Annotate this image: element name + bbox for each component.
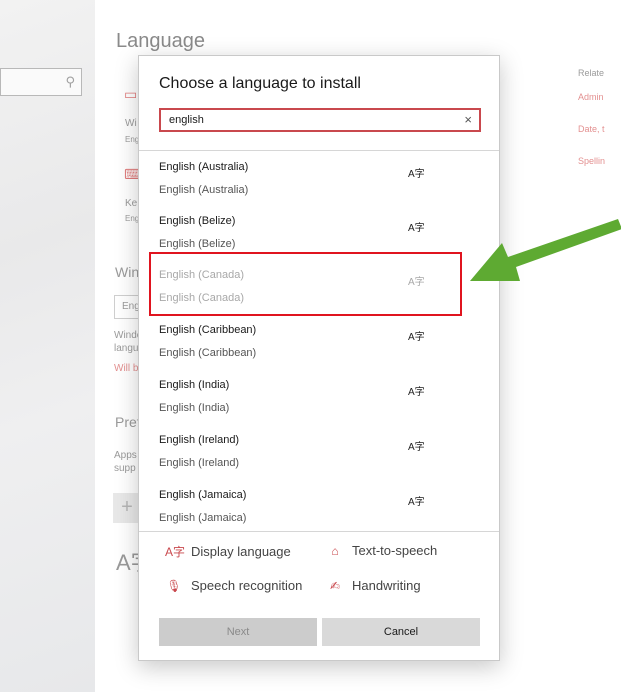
related-link-spelling[interactable]: Spellin — [578, 156, 605, 166]
display-language-feature-icon: A字 — [408, 223, 425, 234]
legend-label: Display language — [191, 544, 291, 559]
language-native-name: English (India) — [159, 402, 230, 414]
language-name: English (Belize) — [159, 215, 236, 227]
display-language-feature-icon: A字 — [408, 387, 425, 398]
legend-label: Text-to-speech — [352, 543, 438, 558]
cancel-button[interactable]: Cancel — [322, 618, 480, 646]
display-language-icon: A字 — [165, 545, 186, 559]
settings-item-label[interactable]: Ke — [125, 198, 137, 209]
language-native-name: English (Ireland) — [159, 457, 240, 469]
handwriting-icon: ✍ — [329, 579, 341, 593]
language-native-name: English (Caribbean) — [159, 347, 257, 359]
language-native-name: English (Australia) — [159, 184, 249, 196]
display-language-feature-icon: A字 — [408, 497, 425, 508]
green-arrow-icon — [470, 219, 621, 281]
language-row[interactable]: English (Belize) English (Belize) A字 — [139, 205, 499, 259]
windows-desc: langu — [114, 343, 139, 354]
language-name: English (Caribbean) — [159, 324, 257, 336]
language-row[interactable]: English (Ireland) English (Ireland) A字 — [139, 424, 499, 478]
windows-link[interactable]: Will b — [114, 363, 138, 374]
choose-language-dialog: Choose a language to install × English (… — [138, 55, 500, 661]
settings-search-input[interactable]: ⚲ — [0, 68, 82, 96]
language-search-box[interactable]: × — [159, 108, 481, 132]
windows-display-heading: Win — [115, 264, 140, 280]
settings-item-label[interactable]: Wi — [125, 118, 137, 129]
page-title: Language — [116, 30, 205, 52]
related-link-admin[interactable]: Admin — [578, 92, 604, 102]
list-divider — [139, 531, 499, 532]
text-to-speech-icon: ⌂ — [331, 544, 339, 558]
related-link-date[interactable]: Date, t — [578, 124, 605, 134]
language-name: English (India) — [159, 379, 230, 391]
language-name: English (Jamaica) — [159, 489, 247, 501]
clear-search-icon[interactable]: × — [464, 112, 472, 127]
preferred-languages-heading: Pref — [115, 414, 141, 430]
related-settings-title: Relate — [578, 68, 605, 78]
preferred-desc: supp — [114, 463, 136, 474]
display-language-feature-icon: A字 — [408, 442, 425, 453]
legend-display-language: A字 Display language — [165, 543, 291, 560]
display-language-feature-icon: A字 — [408, 169, 425, 180]
display-language-feature-icon: A字 — [408, 332, 425, 343]
language-search-input[interactable] — [169, 112, 449, 128]
language-name: English (Ireland) — [159, 434, 240, 446]
language-row[interactable]: English (Caribbean) English (Caribbean) … — [139, 314, 499, 368]
legend-text-to-speech: ⌂ Text-to-speech — [326, 543, 437, 558]
language-row[interactable]: English (Australia) English (Australia) … — [139, 151, 499, 205]
microphone-icon: 🎙 — [166, 579, 182, 593]
preferred-desc: Apps — [114, 450, 137, 461]
language-native-name: English (Jamaica) — [159, 512, 247, 524]
add-language-button[interactable]: + — [113, 493, 141, 523]
next-button[interactable]: Next — [159, 618, 317, 646]
language-list[interactable]: English (Australia) English (Australia) … — [139, 151, 499, 531]
dialog-title: Choose a language to install — [159, 75, 361, 92]
settings-sidebar: ⚲ — [0, 0, 95, 692]
search-icon: ⚲ — [65, 74, 75, 89]
windows-display-icon: ▭ — [124, 86, 138, 102]
language-name: English (Australia) — [159, 161, 249, 173]
language-row[interactable]: English (Jamaica) English (Jamaica) A字 — [139, 479, 499, 531]
language-row[interactable]: English (India) English (India) A字 — [139, 369, 499, 423]
language-native-name: English (Belize) — [159, 238, 236, 250]
highlight-box — [149, 252, 462, 316]
legend-label: Handwriting — [352, 578, 421, 593]
legend-handwriting: ✍ Handwriting — [326, 578, 421, 593]
legend-speech-recognition: 🎙 Speech recognition — [165, 578, 302, 593]
legend-label: Speech recognition — [191, 578, 303, 593]
